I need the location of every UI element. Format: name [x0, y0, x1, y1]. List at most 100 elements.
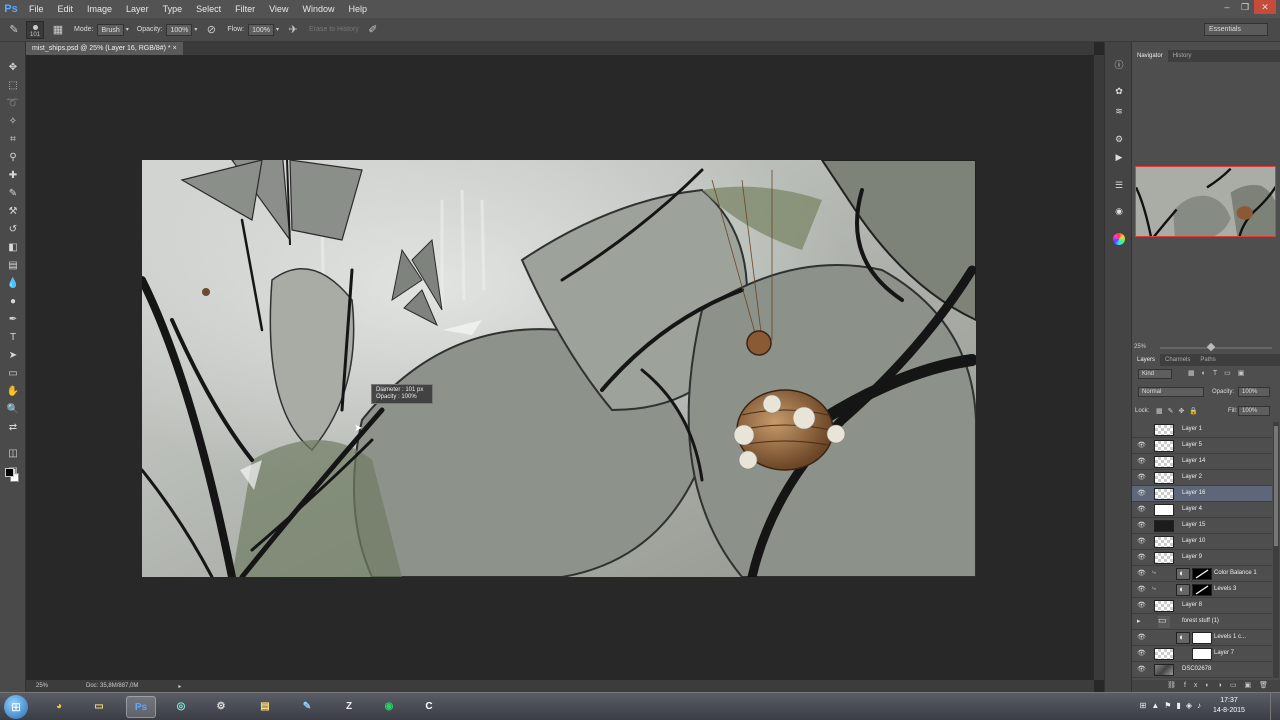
crop-tool-icon[interactable]: ⌗	[6, 134, 20, 146]
lasso-tool-icon[interactable]: ➰	[6, 98, 20, 110]
menu-file[interactable]: File	[22, 0, 51, 18]
menu-window[interactable]: Window	[295, 0, 341, 18]
menu-select[interactable]: Select	[189, 0, 228, 18]
layer-row[interactable]: 👁 Levels 1 c...	[1132, 630, 1272, 646]
clone-source-icon[interactable]: ⚙	[1112, 132, 1126, 146]
brush-tool-icon[interactable]: ✎	[6, 22, 22, 38]
brush-presets-icon[interactable]: ✿	[1112, 84, 1126, 98]
eye-icon[interactable]: 👁	[1137, 457, 1146, 465]
layer-row[interactable]: 👁 ⤷ Color Balance 1	[1132, 566, 1272, 582]
eye-icon[interactable]: 👁	[1137, 585, 1146, 593]
status-menu-arrow-icon[interactable]: ▸	[178, 683, 181, 690]
menu-help[interactable]: Help	[341, 0, 374, 18]
gradient-tool-icon[interactable]: ▤	[6, 260, 20, 272]
menu-type[interactable]: Type	[156, 0, 190, 18]
dodge-tool-icon[interactable]: ●	[6, 296, 20, 308]
layer-mask-thumbnail[interactable]	[1192, 648, 1212, 660]
adjustments-icon[interactable]: ◉	[1112, 204, 1126, 218]
layer-row[interactable]: 👁 Layer 9	[1132, 550, 1272, 566]
layer-filter-icons[interactable]: ▦◐T▭▣	[1188, 369, 1251, 377]
chrome-icon[interactable]: ◕	[44, 696, 74, 718]
eye-icon[interactable]: 👁	[1137, 441, 1146, 449]
eraser-tool-icon[interactable]: ◧	[6, 242, 20, 254]
tab-channels[interactable]: Channels	[1160, 354, 1195, 366]
actions-icon[interactable]: ▶	[1112, 150, 1126, 164]
navigator-zoom-value[interactable]: 25%	[1134, 344, 1146, 350]
foreground-color-swatch[interactable]	[5, 468, 14, 477]
layer-row[interactable]: 👁 Layer 15	[1132, 518, 1272, 534]
minimize-icon[interactable]: –	[1218, 0, 1236, 14]
brush-panel-icon[interactable]: ≋	[1112, 104, 1126, 118]
type-tool-icon[interactable]: T	[6, 332, 20, 344]
menu-edit[interactable]: Edit	[51, 0, 81, 18]
marquee-tool-icon[interactable]: ⬚	[6, 80, 20, 92]
mode-select[interactable]: Brush	[97, 23, 124, 36]
eye-icon[interactable]: 👁	[1137, 473, 1146, 481]
layer-row[interactable]: 👁 DSC02678	[1132, 662, 1272, 678]
notes-icon[interactable]: ▤	[250, 696, 280, 718]
steam-icon[interactable]: ⚙	[206, 696, 236, 718]
info-icon[interactable]: ⓘ	[1112, 58, 1126, 72]
menu-view[interactable]: View	[262, 0, 295, 18]
layer-row[interactable]: 👁 Layer 7	[1132, 646, 1272, 662]
erase-to-history-checkbox[interactable]: Erase to History	[309, 26, 359, 33]
layers-scrollbar[interactable]	[1273, 422, 1279, 678]
tab-layers[interactable]: Layers	[1132, 354, 1161, 366]
quick-mask-icon[interactable]: ◫	[6, 448, 20, 460]
eye-icon[interactable]: 👁	[1137, 537, 1146, 545]
chevron-down-icon[interactable]: ▾	[276, 26, 279, 33]
eyedropper-tool-icon[interactable]: ⚲	[6, 152, 20, 164]
lock-icons[interactable]: ▦✎✥🔒	[1156, 407, 1203, 415]
brush-preset-picker[interactable]: 101	[26, 20, 44, 39]
start-button[interactable]: ⊞	[4, 695, 28, 719]
layer-row[interactable]: 👁 Layer 4	[1132, 502, 1272, 518]
navigator-thumbnail[interactable]	[1135, 166, 1276, 237]
explorer-icon[interactable]: ▭	[84, 696, 114, 718]
hand-tool-icon[interactable]: ✋	[6, 386, 20, 398]
layer-kind-filter[interactable]: Kind	[1138, 369, 1172, 379]
history-brush-tool-icon[interactable]: ↺	[6, 224, 20, 236]
properties-icon[interactable]: ☰	[1112, 178, 1126, 192]
eye-icon[interactable]: 👁	[1137, 569, 1146, 577]
menu-image[interactable]: Image	[80, 0, 119, 18]
zbrush-icon[interactable]: Z	[334, 696, 364, 718]
close-icon[interactable]: ✕	[1254, 0, 1276, 14]
canvas-area[interactable]: Diameter : 101 px Opacity : 100% ➤	[26, 55, 1094, 680]
layer-row[interactable]: 👁 Layer 14	[1132, 454, 1272, 470]
pen-tool-icon[interactable]: ✒	[6, 314, 20, 326]
close-tab-icon[interactable]: ×	[173, 45, 177, 52]
layer-row[interactable]: 👁 Layer 2	[1132, 470, 1272, 486]
layer-mask-thumbnail[interactable]	[1192, 584, 1212, 596]
spotify-icon[interactable]: ◉	[374, 696, 404, 718]
pressure-size-icon[interactable]: ✐	[365, 22, 381, 38]
capture-app-icon[interactable]: C	[414, 696, 444, 718]
system-tray-icons[interactable]: ⊞▲⚑▮◈♪	[1140, 701, 1206, 710]
eye-icon[interactable]: 👁	[1137, 633, 1146, 641]
layer-group-row[interactable]: ▸ forest stuff (1)	[1132, 614, 1272, 630]
tab-paths[interactable]: Paths	[1195, 354, 1220, 366]
clone-stamp-tool-icon[interactable]: ⚒	[6, 206, 20, 218]
eye-icon[interactable]: 👁	[1137, 649, 1146, 657]
layer-row[interactable]: 👁 Layer 5	[1132, 438, 1272, 454]
tab-history[interactable]: History	[1168, 50, 1197, 62]
fill-field[interactable]: 100%	[1238, 406, 1270, 416]
layer-mask-thumbnail[interactable]	[1192, 632, 1212, 644]
workspace-select[interactable]: Essentials	[1204, 23, 1268, 36]
brush-tool-icon[interactable]: ✎	[6, 188, 20, 200]
navigator-zoom-slider[interactable]	[1160, 347, 1272, 349]
layer-opacity-field[interactable]: 100%	[1238, 387, 1270, 397]
canvas-vertical-scrollbar[interactable]	[1094, 55, 1104, 680]
flow-field[interactable]: 100%	[248, 23, 275, 36]
painting-canvas[interactable]	[142, 160, 976, 577]
photoshop-taskbar-icon[interactable]: Ps	[126, 696, 156, 718]
healing-brush-tool-icon[interactable]: ✚	[6, 170, 20, 182]
pressure-opacity-icon[interactable]: ⊘	[203, 22, 219, 38]
taskbar-clock[interactable]: 17:37 14-8-2015	[1208, 696, 1250, 716]
eye-icon[interactable]: 👁	[1137, 489, 1146, 497]
layer-row[interactable]: 👁 Layer 10	[1132, 534, 1272, 550]
eye-icon[interactable]: 👁	[1137, 521, 1146, 529]
shape-tool-icon[interactable]: ▭	[6, 368, 20, 380]
layer-row[interactable]: 👁 Layer 8	[1132, 598, 1272, 614]
layers-footer-icons[interactable]: ⛓fx◐◑▭▣🗑	[1132, 680, 1280, 692]
opacity-field[interactable]: 100%	[166, 23, 193, 36]
